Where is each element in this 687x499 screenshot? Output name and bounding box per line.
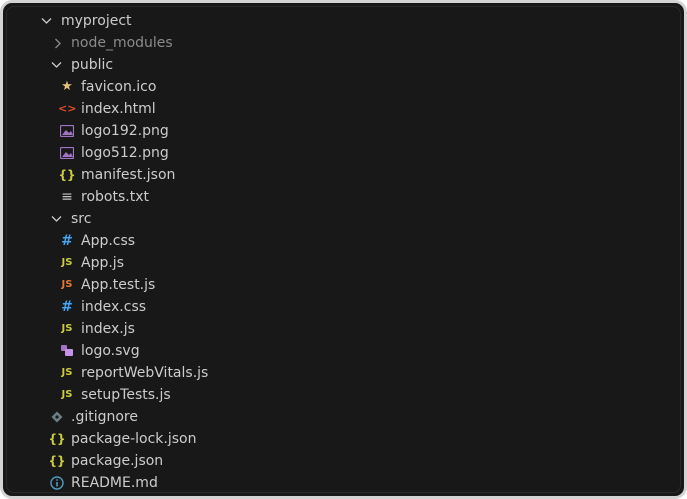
css-icon: # — [61, 233, 73, 249]
file-label: robots.txt — [81, 189, 149, 205]
file-label: .gitignore — [71, 409, 138, 425]
chevron-down-icon — [39, 10, 55, 32]
tree-file-robots[interactable]: ≡ robots.txt — [7, 186, 680, 208]
javascript-icon: JS — [61, 389, 73, 400]
text-file-icon: ≡ — [61, 189, 73, 205]
html-icon: <> — [58, 102, 77, 115]
folder-label: public — [71, 57, 114, 73]
tree-file-index-html[interactable]: <> index.html — [7, 98, 680, 120]
file-label: App.js — [81, 255, 124, 271]
file-label: logo512.png — [81, 145, 169, 161]
css-icon: # — [61, 299, 73, 315]
tree-root-myproject[interactable]: myproject — [7, 10, 680, 32]
file-label: logo.svg — [81, 343, 140, 359]
file-label: README.md — [71, 475, 158, 491]
file-label: App.css — [81, 233, 136, 249]
tree-file-app-test-js[interactable]: JS App.test.js — [7, 274, 680, 296]
folder-label: src — [71, 211, 92, 227]
json-icon: {} — [48, 454, 66, 468]
tree-file-logo512[interactable]: logo512.png — [7, 142, 680, 164]
tree-folder-node-modules[interactable]: node_modules — [7, 32, 680, 54]
file-label: index.css — [81, 299, 147, 315]
chevron-down-icon — [49, 208, 65, 230]
javascript-test-icon: JS — [61, 279, 73, 290]
file-label: package.json — [71, 453, 164, 469]
file-label: manifest.json — [81, 167, 176, 183]
tree-file-package-lock[interactable]: {} package-lock.json — [7, 428, 680, 450]
tree-file-manifest[interactable]: {} manifest.json — [7, 164, 680, 186]
javascript-icon: JS — [61, 323, 73, 334]
info-icon — [48, 472, 66, 494]
image-icon — [58, 120, 76, 142]
folder-label: node_modules — [71, 35, 173, 51]
file-label: index.html — [81, 101, 156, 117]
tree-file-index-css[interactable]: # index.css — [7, 296, 680, 318]
file-label: package-lock.json — [71, 431, 197, 447]
explorer-window-frame: myproject node_modules public ★ favicon.… — [0, 0, 687, 499]
tree-folder-src[interactable]: src — [7, 208, 680, 230]
chevron-right-icon — [50, 32, 66, 54]
tree-file-setup-tests[interactable]: JS setupTests.js — [7, 384, 680, 406]
json-icon: {} — [58, 168, 76, 182]
tree-file-gitignore[interactable]: .gitignore — [7, 406, 680, 428]
chevron-down-icon — [49, 54, 65, 76]
tree-file-package-json[interactable]: {} package.json — [7, 450, 680, 472]
tree-root-label: myproject — [61, 13, 132, 29]
favicon-star-icon: ★ — [61, 79, 73, 94]
tree-folder-public[interactable]: public — [7, 54, 680, 76]
file-label: App.test.js — [81, 277, 156, 293]
tree-file-logo-svg[interactable]: logo.svg — [7, 340, 680, 362]
javascript-icon: JS — [61, 257, 73, 268]
tree-file-app-js[interactable]: JS App.js — [7, 252, 680, 274]
file-label: logo192.png — [81, 123, 169, 139]
tree-file-readme[interactable]: README.md — [7, 472, 680, 494]
tree-file-report-web-vitals[interactable]: JS reportWebVitals.js — [7, 362, 680, 384]
tree-file-logo192[interactable]: logo192.png — [7, 120, 680, 142]
svg-icon — [58, 340, 76, 362]
git-icon — [48, 406, 66, 428]
tree-file-app-css[interactable]: # App.css — [7, 230, 680, 252]
image-icon — [58, 142, 76, 164]
file-label: reportWebVitals.js — [81, 365, 209, 381]
file-label: favicon.ico — [81, 79, 157, 95]
tree-file-favicon[interactable]: ★ favicon.ico — [7, 76, 680, 98]
tree-file-index-js[interactable]: JS index.js — [7, 318, 680, 340]
explorer-panel: myproject node_modules public ★ favicon.… — [6, 6, 681, 493]
json-icon: {} — [48, 432, 66, 446]
javascript-icon: JS — [61, 367, 73, 378]
file-label: setupTests.js — [81, 387, 171, 403]
file-label: index.js — [81, 321, 135, 337]
